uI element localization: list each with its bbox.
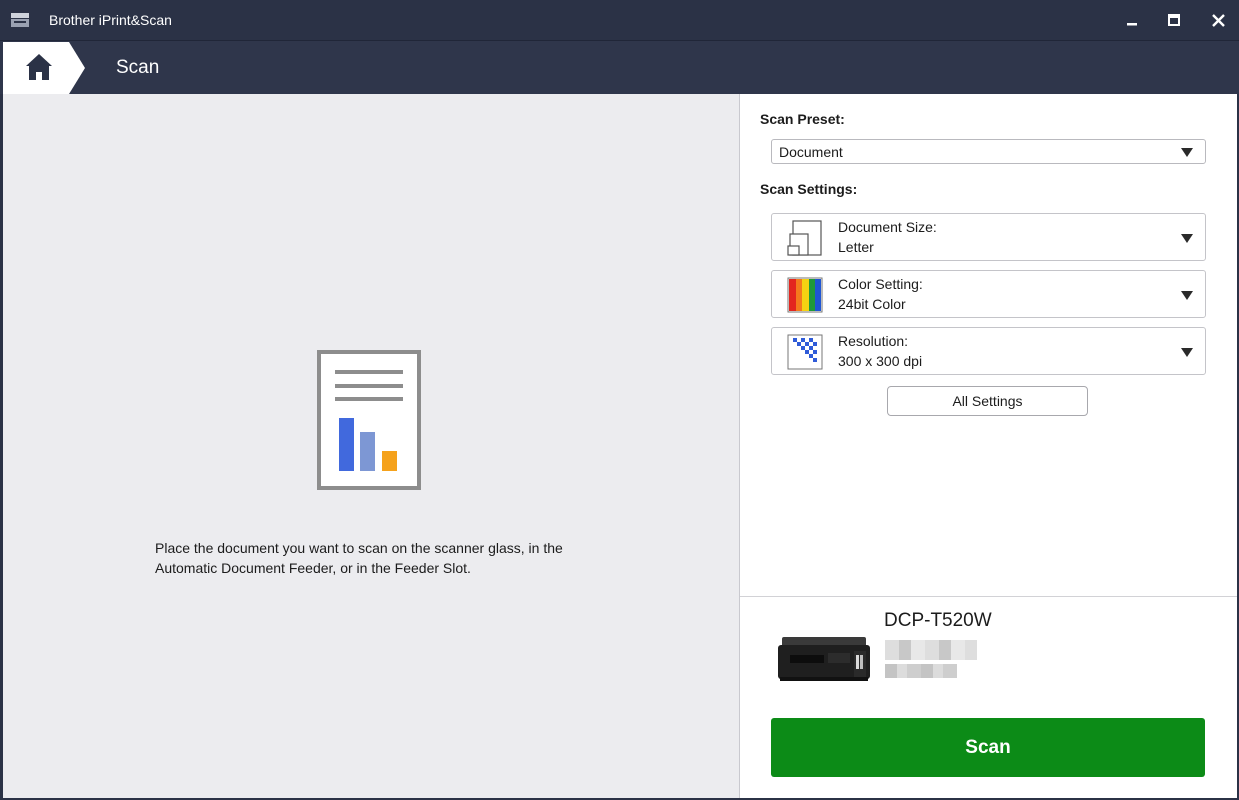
printer-icon [776, 629, 872, 685]
home-button[interactable] [3, 42, 85, 94]
scan-instruction: Place the document you want to scan on t… [155, 540, 563, 576]
scan-button[interactable]: Scan [771, 718, 1205, 777]
device-name: DCP-T520W [884, 610, 992, 631]
chevron-down-icon [1181, 234, 1193, 243]
redacted-device-info [885, 664, 957, 678]
page-title: Scan [116, 57, 160, 78]
all-settings-button[interactable]: All Settings [887, 386, 1088, 416]
chevron-down-icon [1181, 348, 1193, 357]
section-divider [740, 596, 1237, 597]
document-size-value: Letter [838, 239, 874, 255]
scan-settings-label: Scan Settings: [760, 181, 858, 197]
resolution-icon [787, 334, 823, 370]
color-setting[interactable]: Color Setting: 24bit Color [771, 270, 1206, 318]
redacted-device-info [885, 640, 977, 660]
app-title: Brother iPrint&Scan [49, 12, 172, 28]
resolution-setting[interactable]: Resolution: 300 x 300 dpi [771, 327, 1206, 375]
document-size-setting[interactable]: Document Size: Letter [771, 213, 1206, 261]
document-chart-icon [317, 350, 421, 490]
maximize-button[interactable] [1152, 0, 1196, 40]
document-size-label: Document Size: [838, 219, 937, 235]
preview-area: Place the document you want to scan on t… [3, 94, 739, 798]
scan-preset-dropdown[interactable]: Document [771, 139, 1206, 164]
title-bar: Brother iPrint&Scan [0, 0, 1239, 40]
color-setting-label: Color Setting: [838, 276, 923, 292]
scan-preset-label: Scan Preset: [760, 111, 845, 127]
minimize-icon [1127, 23, 1137, 26]
scan-preset-value: Document [779, 144, 843, 160]
nav-bar: Scan [0, 40, 1239, 94]
maximize-icon [1168, 14, 1180, 26]
close-icon [1211, 13, 1225, 27]
settings-panel: Scan Preset: Document Scan Settings: Doc… [740, 94, 1237, 798]
resolution-value: 300 x 300 dpi [838, 353, 923, 369]
resolution-label: Resolution: [838, 333, 909, 349]
chevron-down-icon [1181, 291, 1193, 300]
color-bars-icon [787, 277, 823, 313]
minimize-button[interactable] [1110, 0, 1154, 40]
close-button[interactable] [1196, 0, 1239, 40]
document-size-icon [787, 220, 823, 256]
scanner-app-icon [10, 11, 30, 29]
chevron-down-icon [1181, 148, 1193, 157]
color-setting-value: 24bit Color [838, 296, 906, 312]
